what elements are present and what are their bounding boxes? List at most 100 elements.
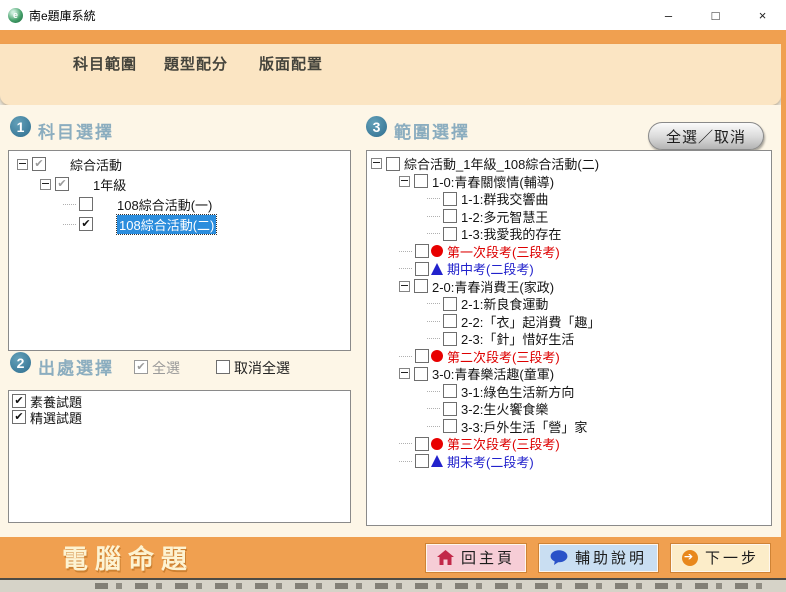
select-all-label: 全選 [152,358,180,378]
tree-item-label[interactable]: 第三次段考(三段考) [447,434,560,453]
item-checkbox[interactable] [443,314,457,328]
item-checkbox[interactable] [55,177,69,191]
tree-connector-line [63,224,76,225]
tree-item-label[interactable]: 2-1:新良食運動 [461,294,548,313]
tree-item[interactable]: 第二次段考(三段考) [367,348,771,366]
deselect-all-checkbox[interactable] [216,360,230,374]
item-checkbox[interactable] [12,410,26,424]
exam-red-circle-icon [431,438,443,450]
tree-connector-line [427,391,440,392]
tree-item[interactable]: 綜合活動 [9,154,350,174]
tree-item[interactable]: 期末考(二段考) [367,453,771,471]
footer-bar: 電腦命題 回主頁 輔助說明 ➔ 下一步 [0,537,786,578]
item-checkbox[interactable] [414,367,428,381]
select-all-toggle-button[interactable]: 全選／取消 [648,122,764,150]
tree-item-label[interactable]: 2-0:青春消費王(家政) [432,277,554,296]
item-checkbox[interactable] [443,419,457,433]
tree-item[interactable]: 3-3:戶外生活「營」家 [367,418,771,436]
tree-item-label[interactable]: 3-3:戶外生活「營」家 [461,417,587,436]
tree-item[interactable]: 期中考(二段考) [367,260,771,278]
tree-item-label[interactable]: 1-0:青春關懷情(輔導) [432,172,554,191]
tree-item-label[interactable]: 1-3:我愛我的存在 [461,224,561,243]
app-icon: e [8,8,23,23]
tree-item[interactable]: 3-1:綠色生活新方向 [367,383,771,401]
item-checkbox[interactable] [415,262,429,276]
minimize-icon[interactable]: – [645,0,692,30]
tree-item-label[interactable]: 2-3:「針」惜好生活 [461,329,574,348]
tree-item-label[interactable]: 3-1:綠色生活新方向 [461,382,574,401]
maximize-icon[interactable]: □ [692,0,739,30]
tree-item[interactable]: 2-1:新良食運動 [367,295,771,313]
help-button[interactable]: 輔助說明 [539,544,658,572]
tree-item[interactable]: 1-1:群我交響曲 [367,190,771,208]
item-checkbox[interactable] [79,197,93,211]
item-checkbox[interactable] [414,279,428,293]
tree-item-label[interactable]: 第二次段考(三段考) [447,347,560,366]
item-checkbox[interactable] [415,349,429,363]
select-all-checkbox[interactable] [134,360,148,374]
item-checkbox[interactable] [443,402,457,416]
tree-item-label[interactable]: 3-2:生火饗食樂 [461,399,548,418]
item-checkbox[interactable] [443,227,457,241]
tree-connector-line [63,204,76,205]
tree-item[interactable]: 108綜合活動(一) [9,194,350,214]
collapse-toggle-icon[interactable] [17,159,28,170]
tree-item-label[interactable]: 108綜合活動(一) [117,195,212,214]
item-checkbox[interactable] [415,437,429,451]
tree-item[interactable]: 108綜合活動(二) [9,214,350,234]
next-step-button[interactable]: ➔ 下一步 [671,544,770,572]
tree-item[interactable]: 1-2:多元智慧王 [367,208,771,226]
close-icon[interactable]: × [739,0,786,30]
collapse-toggle-icon[interactable] [399,368,410,379]
item-checkbox[interactable] [443,332,457,346]
tree-connector-line [427,198,440,199]
tree-item[interactable]: 1-0:青春關懷情(輔導) [367,173,771,191]
tree-item[interactable]: 第一次段考(三段考) [367,243,771,261]
main-content: 1 科目選擇 綜合活動1年級108綜合活動(一)108綜合活動(二) 2 出處選… [0,105,781,537]
tree-item[interactable]: 2-3:「針」惜好生活 [367,330,771,348]
tree-item-label[interactable]: 2-2:「衣」起消費「趣」 [461,312,600,331]
tree-item[interactable]: 1-3:我愛我的存在 [367,225,771,243]
panel2-title: 出處選擇 [38,354,114,379]
tree-item-label[interactable]: 期中考(二段考) [447,259,534,278]
tree-item-label[interactable]: 綜合活動_1年級_108綜合活動(二) [404,154,599,173]
collapse-toggle-icon[interactable] [371,158,382,169]
tree-connector-line [427,408,440,409]
tree-connector-line [427,426,440,427]
source-list-item[interactable]: 精選試題 [9,409,350,425]
tree-item-label[interactable]: 1-2:多元智慧王 [461,207,548,226]
item-checkbox[interactable] [32,157,46,171]
tree-item-label[interactable]: 綜合活動 [70,155,122,174]
tree-item-label[interactable]: 3-0:青春樂活趣(童軍) [432,364,554,383]
home-button[interactable]: 回主頁 [426,544,526,572]
item-checkbox[interactable] [415,244,429,258]
tree-item-label[interactable]: 108綜合活動(二) [117,215,216,234]
collapse-toggle-icon[interactable] [40,179,51,190]
tree-item[interactable]: 2-0:青春消費王(家政) [367,278,771,296]
background-window-text-sliver [95,583,775,589]
right-accent-edge [781,44,786,537]
item-checkbox[interactable] [443,209,457,223]
item-checkbox[interactable] [415,454,429,468]
tree-item-label[interactable]: 1年級 [93,175,126,194]
item-checkbox[interactable] [79,217,93,231]
collapse-toggle-icon[interactable] [399,176,410,187]
item-checkbox[interactable] [443,192,457,206]
item-checkbox[interactable] [443,384,457,398]
panel3-number-badge: 3 [366,116,387,137]
tree-item-label[interactable]: 1-1:群我交響曲 [461,189,548,208]
item-checkbox[interactable] [386,157,400,171]
tree-item[interactable]: 3-0:青春樂活趣(童軍) [367,365,771,383]
collapse-toggle-icon[interactable] [399,281,410,292]
tree-item-label[interactable]: 第一次段考(三段考) [447,242,560,261]
tree-item[interactable]: 綜合活動_1年級_108綜合活動(二) [367,155,771,173]
item-checkbox[interactable] [443,297,457,311]
item-checkbox[interactable] [414,174,428,188]
item-checkbox[interactable] [12,394,26,408]
tree-item[interactable]: 3-2:生火饗食樂 [367,400,771,418]
tree-item-label[interactable]: 期末考(二段考) [447,452,534,471]
tree-item[interactable]: 第三次段考(三段考) [367,435,771,453]
tree-item[interactable]: 2-2:「衣」起消費「趣」 [367,313,771,331]
tree-item[interactable]: 1年級 [9,174,350,194]
exam-red-circle-icon [431,245,443,257]
